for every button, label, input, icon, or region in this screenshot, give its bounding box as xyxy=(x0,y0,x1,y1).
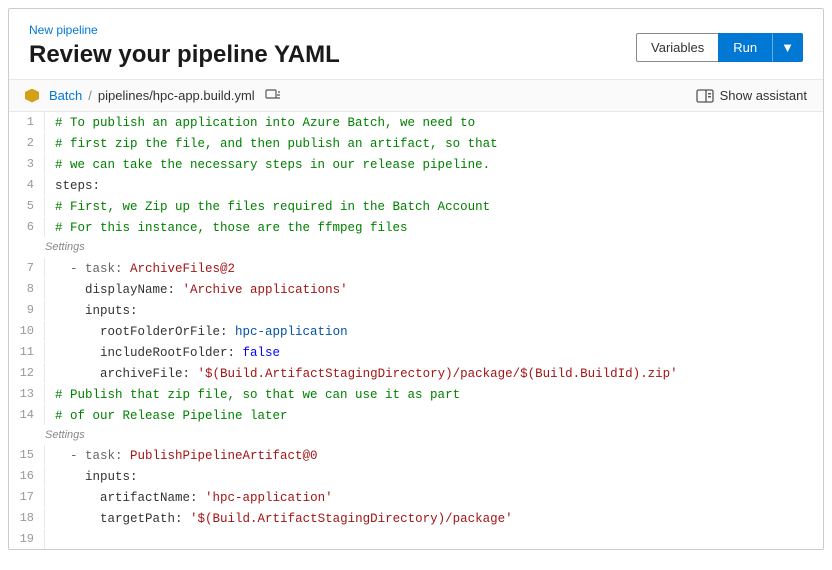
pipeline-icon xyxy=(25,89,39,103)
code-line: # we can take the necessary steps in our… xyxy=(55,154,823,175)
code-row: 6 # For this instance, those are the ffmp… xyxy=(9,217,823,238)
code-row: 4 steps: xyxy=(9,175,823,196)
line-number: 19 xyxy=(9,529,45,549)
main-container: New pipeline Review your pipeline YAML V… xyxy=(8,8,824,550)
show-assistant-button[interactable]: Show assistant xyxy=(696,88,807,103)
settings-label: Settings xyxy=(9,426,823,446)
variables-button[interactable]: Variables xyxy=(636,33,718,62)
code-line: includeRootFolder: false xyxy=(55,342,823,363)
settings-label: Settings xyxy=(9,238,823,258)
code-row: 10 rootFolderOrFile: hpc-application xyxy=(9,321,823,342)
breadcrumb-path: pipelines/hpc-app.build.yml xyxy=(98,88,255,103)
header-actions: Variables Run ▼ xyxy=(636,33,803,62)
line-number: 9 xyxy=(9,300,45,320)
code-row: 17 artifactName: 'hpc-application' xyxy=(9,487,823,508)
line-number: 6 xyxy=(9,217,45,237)
code-line: targetPath: '$(Build.ArtifactStagingDire… xyxy=(55,508,823,529)
edit-icon[interactable] xyxy=(265,89,281,103)
breadcrumb-batch[interactable]: Batch xyxy=(49,88,82,103)
code-row: 18 targetPath: '$(Build.ArtifactStagingD… xyxy=(9,508,823,529)
line-number: 5 xyxy=(9,196,45,216)
code-row: 2 # first zip the file, and then publish … xyxy=(9,133,823,154)
line-number: 1 xyxy=(9,112,45,132)
code-row: 15 - task: PublishPipelineArtifact@0 xyxy=(9,445,823,466)
code-row: 13 # Publish that zip file, so that we ca… xyxy=(9,384,823,405)
code-line: # For this instance, those are the ffmpe… xyxy=(55,217,823,238)
code-line: inputs: xyxy=(55,300,823,321)
line-number: 14 xyxy=(9,405,45,425)
code-row: 11 includeRootFolder: false xyxy=(9,342,823,363)
code-line: # of our Release Pipeline later xyxy=(55,405,823,426)
page-title: Review your pipeline YAML xyxy=(29,41,340,69)
line-number: 12 xyxy=(9,363,45,383)
code-row: 9 inputs: xyxy=(9,300,823,321)
line-number: 2 xyxy=(9,133,45,153)
code-row: 19 xyxy=(9,529,823,549)
show-assistant-label: Show assistant xyxy=(720,88,807,103)
code-line: rootFolderOrFile: hpc-application xyxy=(55,321,823,342)
code-line: steps: xyxy=(55,175,823,196)
code-line: archiveFile: '$(Build.ArtifactStagingDir… xyxy=(55,363,823,384)
code-line: # To publish an application into Azure B… xyxy=(55,112,823,133)
code-line: # Publish that zip file, so that we can … xyxy=(55,384,823,405)
code-line: # First, we Zip up the files required in… xyxy=(55,196,823,217)
code-row: 3 # we can take the necessary steps in ou… xyxy=(9,154,823,175)
code-line: inputs: xyxy=(55,466,823,487)
code-row: 8 displayName: 'Archive applications' xyxy=(9,279,823,300)
code-line: - task: ArchiveFiles@2 xyxy=(55,258,823,279)
code-row: 7 - task: ArchiveFiles@2 xyxy=(9,258,823,279)
line-number: 15 xyxy=(9,445,45,465)
line-number: 4 xyxy=(9,175,45,195)
code-line: # first zip the file, and then publish a… xyxy=(55,133,823,154)
code-line: - task: PublishPipelineArtifact@0 xyxy=(55,445,823,466)
code-row: 12 archiveFile: '$(Build.ArtifactStaging… xyxy=(9,363,823,384)
header: New pipeline Review your pipeline YAML V… xyxy=(9,9,823,80)
line-number: 16 xyxy=(9,466,45,486)
code-line: displayName: 'Archive applications' xyxy=(55,279,823,300)
line-number: 18 xyxy=(9,508,45,528)
code-line: artifactName: 'hpc-application' xyxy=(55,487,823,508)
code-line xyxy=(55,529,823,530)
line-number: 17 xyxy=(9,487,45,507)
breadcrumb-separator: / xyxy=(88,88,92,103)
line-number: 7 xyxy=(9,258,45,278)
line-number: 11 xyxy=(9,342,45,362)
code-row: 5 # First, we Zip up the files required i… xyxy=(9,196,823,217)
code-row: 14 # of our Release Pipeline later xyxy=(9,405,823,426)
line-number: 3 xyxy=(9,154,45,174)
title-section: New pipeline Review your pipeline YAML xyxy=(29,23,340,69)
line-number: 10 xyxy=(9,321,45,341)
code-row: 1 # To publish an application into Azure … xyxy=(9,112,823,133)
code-row: 16 inputs: xyxy=(9,466,823,487)
line-number: 8 xyxy=(9,279,45,299)
toolbar: Batch / pipelines/hpc-app.build.yml Show… xyxy=(9,80,823,112)
line-number: 13 xyxy=(9,384,45,404)
new-pipeline-label: New pipeline xyxy=(29,23,340,37)
code-editor: 1 # To publish an application into Azure … xyxy=(9,112,823,549)
run-caret-button[interactable]: ▼ xyxy=(772,33,803,62)
breadcrumb: Batch / pipelines/hpc-app.build.yml xyxy=(25,88,281,103)
run-button[interactable]: Run xyxy=(718,33,772,62)
